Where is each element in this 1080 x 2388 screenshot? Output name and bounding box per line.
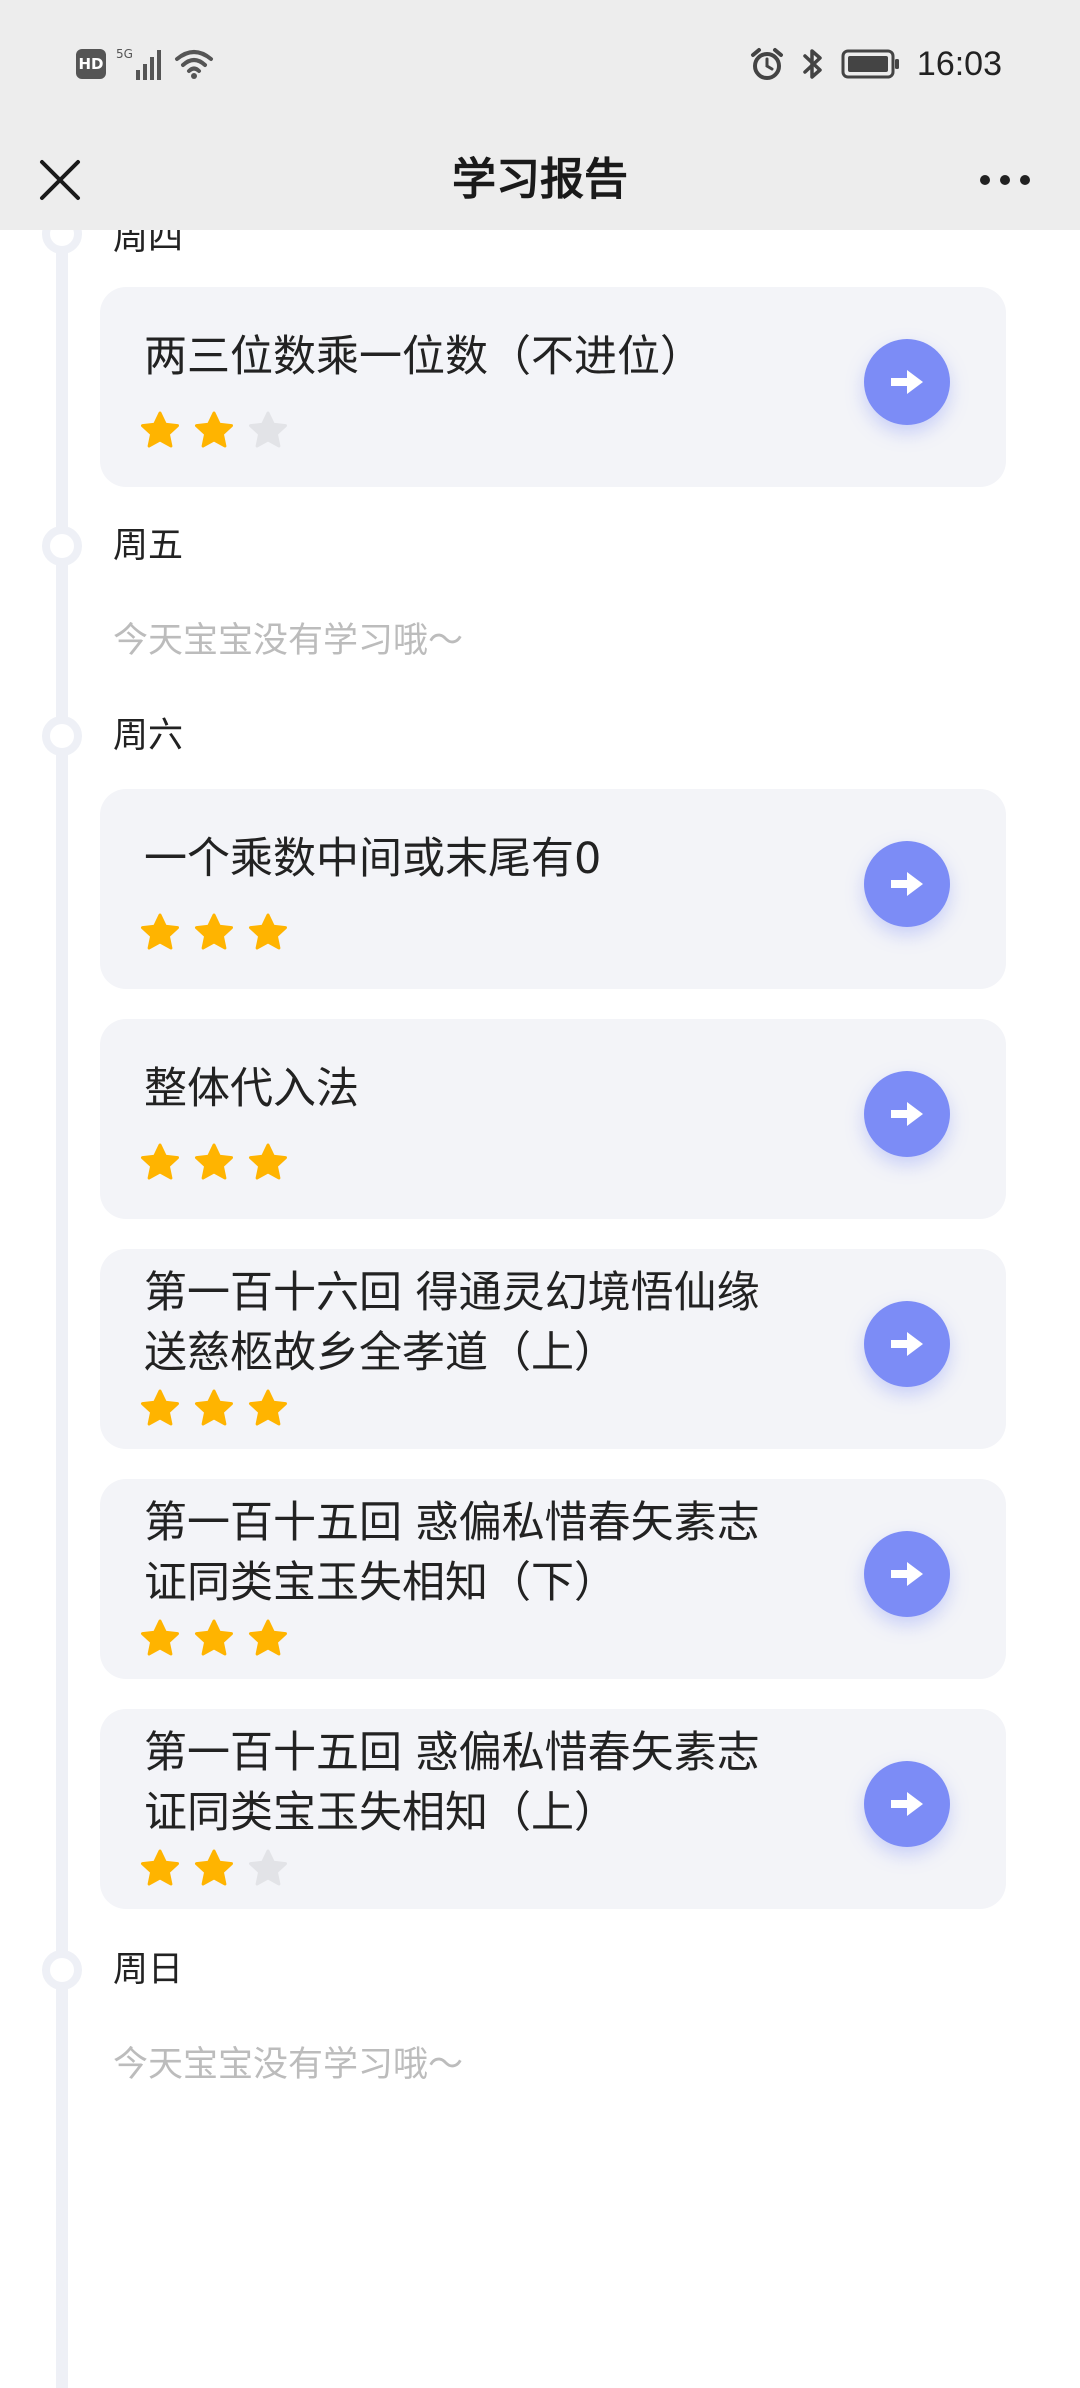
day-label-sunday: 周日 bbox=[113, 1950, 184, 1990]
lesson-title-line: 证同类宝玉失相知（下） bbox=[144, 1558, 617, 1608]
star-filled-icon bbox=[249, 1619, 287, 1656]
lesson-title-line: 第一百十五回 惑偏私惜春矢素志 bbox=[144, 1728, 760, 1778]
lesson-title-line: 第一百十六回 得通灵幻境悟仙缘 bbox=[144, 1268, 760, 1318]
report-timeline[interactable]: 周四 两三位数乘一位数（不进位） 周五 今天宝宝没有学习哦～ 周六 一个乘数中间… bbox=[0, 230, 1080, 2388]
page-title: 学习报告 bbox=[452, 154, 628, 205]
star-filled-icon bbox=[195, 1389, 233, 1426]
status-left: HD 5G bbox=[76, 46, 214, 82]
lesson-detail-button[interactable] bbox=[864, 339, 950, 425]
lesson-card[interactable]: 一个乘数中间或末尾有0 bbox=[100, 789, 1006, 989]
star-rating bbox=[140, 913, 288, 953]
arrow-right-icon bbox=[891, 370, 923, 394]
lesson-title-line: 第一百十五回 惑偏私惜春矢素志 bbox=[144, 1498, 760, 1548]
star-empty-icon bbox=[249, 411, 287, 448]
day-label-friday: 周五 bbox=[113, 526, 184, 566]
lesson-card[interactable]: 第一百十五回 惑偏私惜春矢素志 证同类宝玉失相知（上） bbox=[100, 1709, 1006, 1909]
star-rating bbox=[140, 1389, 288, 1429]
hd-badge: HD bbox=[76, 49, 106, 79]
alarm-icon bbox=[750, 48, 783, 80]
lesson-detail-button[interactable] bbox=[864, 1531, 950, 1617]
star-filled-icon bbox=[141, 913, 179, 950]
empty-day-note: 今天宝宝没有学习哦～ bbox=[113, 621, 464, 661]
lesson-card[interactable]: 第一百十六回 得通灵幻境悟仙缘 送慈柩故乡全孝道（上） bbox=[100, 1249, 1006, 1449]
lesson-title-line: 送慈柩故乡全孝道（上） bbox=[144, 1328, 617, 1378]
star-filled-icon bbox=[195, 1849, 233, 1886]
star-filled-icon bbox=[141, 1619, 179, 1656]
lesson-card[interactable]: 整体代入法 bbox=[100, 1019, 1006, 1219]
lesson-detail-button[interactable] bbox=[864, 1761, 950, 1847]
star-filled-icon bbox=[195, 411, 233, 448]
day-dot bbox=[42, 716, 82, 756]
lesson-detail-button[interactable] bbox=[864, 1301, 950, 1387]
signal-icon: 5G bbox=[116, 47, 161, 80]
arrow-right-icon bbox=[891, 1332, 923, 1356]
status-time: 16:03 bbox=[916, 44, 1002, 83]
lesson-title: 第一百十五回 惑偏私惜春矢素志 证同类宝玉失相知（上） bbox=[144, 1723, 844, 1843]
lesson-detail-button[interactable] bbox=[864, 1071, 950, 1157]
day-dot bbox=[42, 526, 82, 566]
arrow-right-icon bbox=[891, 1792, 923, 1816]
star-filled-icon bbox=[141, 411, 179, 448]
battery-icon bbox=[841, 49, 899, 79]
status-bar: HD 5G 16:03 bbox=[0, 0, 1080, 130]
star-rating bbox=[140, 411, 288, 451]
lesson-title: 两三位数乘一位数（不进位） bbox=[144, 332, 703, 382]
star-filled-icon bbox=[141, 1849, 179, 1886]
star-filled-icon bbox=[141, 1389, 179, 1426]
title-bar: 学习报告 bbox=[0, 130, 1080, 230]
more-icon-dot bbox=[1000, 175, 1010, 185]
star-filled-icon bbox=[249, 913, 287, 950]
lesson-card[interactable]: 第一百十五回 惑偏私惜春矢素志 证同类宝玉失相知（下） bbox=[100, 1479, 1006, 1679]
lesson-detail-button[interactable] bbox=[864, 841, 950, 927]
star-rating bbox=[140, 1849, 288, 1889]
lesson-card[interactable]: 两三位数乘一位数（不进位） bbox=[100, 287, 1006, 487]
arrow-right-icon bbox=[891, 1562, 923, 1586]
more-icon-dot bbox=[980, 175, 990, 185]
day-label-saturday: 周六 bbox=[113, 716, 184, 756]
star-filled-icon bbox=[195, 913, 233, 950]
star-filled-icon bbox=[249, 1143, 287, 1180]
lesson-title-line: 证同类宝玉失相知（上） bbox=[144, 1788, 617, 1838]
svg-text:5G: 5G bbox=[116, 47, 133, 61]
arrow-right-icon bbox=[891, 1102, 923, 1126]
lesson-title: 整体代入法 bbox=[144, 1064, 359, 1114]
lesson-title: 第一百十五回 惑偏私惜春矢素志 证同类宝玉失相知（下） bbox=[144, 1493, 844, 1613]
empty-day-note: 今天宝宝没有学习哦～ bbox=[113, 2045, 464, 2085]
star-empty-icon bbox=[249, 1849, 287, 1886]
status-right: 16:03 bbox=[749, 42, 1002, 86]
star-filled-icon bbox=[195, 1619, 233, 1656]
bluetooth-icon bbox=[803, 49, 822, 79]
day-dot bbox=[42, 1950, 82, 1990]
star-rating bbox=[140, 1619, 288, 1659]
more-button[interactable] bbox=[970, 150, 1040, 210]
day-dot bbox=[42, 230, 82, 254]
lesson-title: 一个乘数中间或末尾有0 bbox=[144, 834, 602, 884]
lesson-title: 第一百十六回 得通灵幻境悟仙缘 送慈柩故乡全孝道（上） bbox=[144, 1263, 844, 1383]
wifi-icon bbox=[175, 50, 213, 79]
star-filled-icon bbox=[195, 1143, 233, 1180]
more-icon-dot bbox=[1020, 175, 1030, 185]
star-filled-icon bbox=[249, 1389, 287, 1426]
day-label-thursday: 周四 bbox=[113, 230, 184, 258]
star-filled-icon bbox=[141, 1143, 179, 1180]
star-rating bbox=[140, 1143, 288, 1183]
arrow-right-icon bbox=[891, 872, 923, 896]
